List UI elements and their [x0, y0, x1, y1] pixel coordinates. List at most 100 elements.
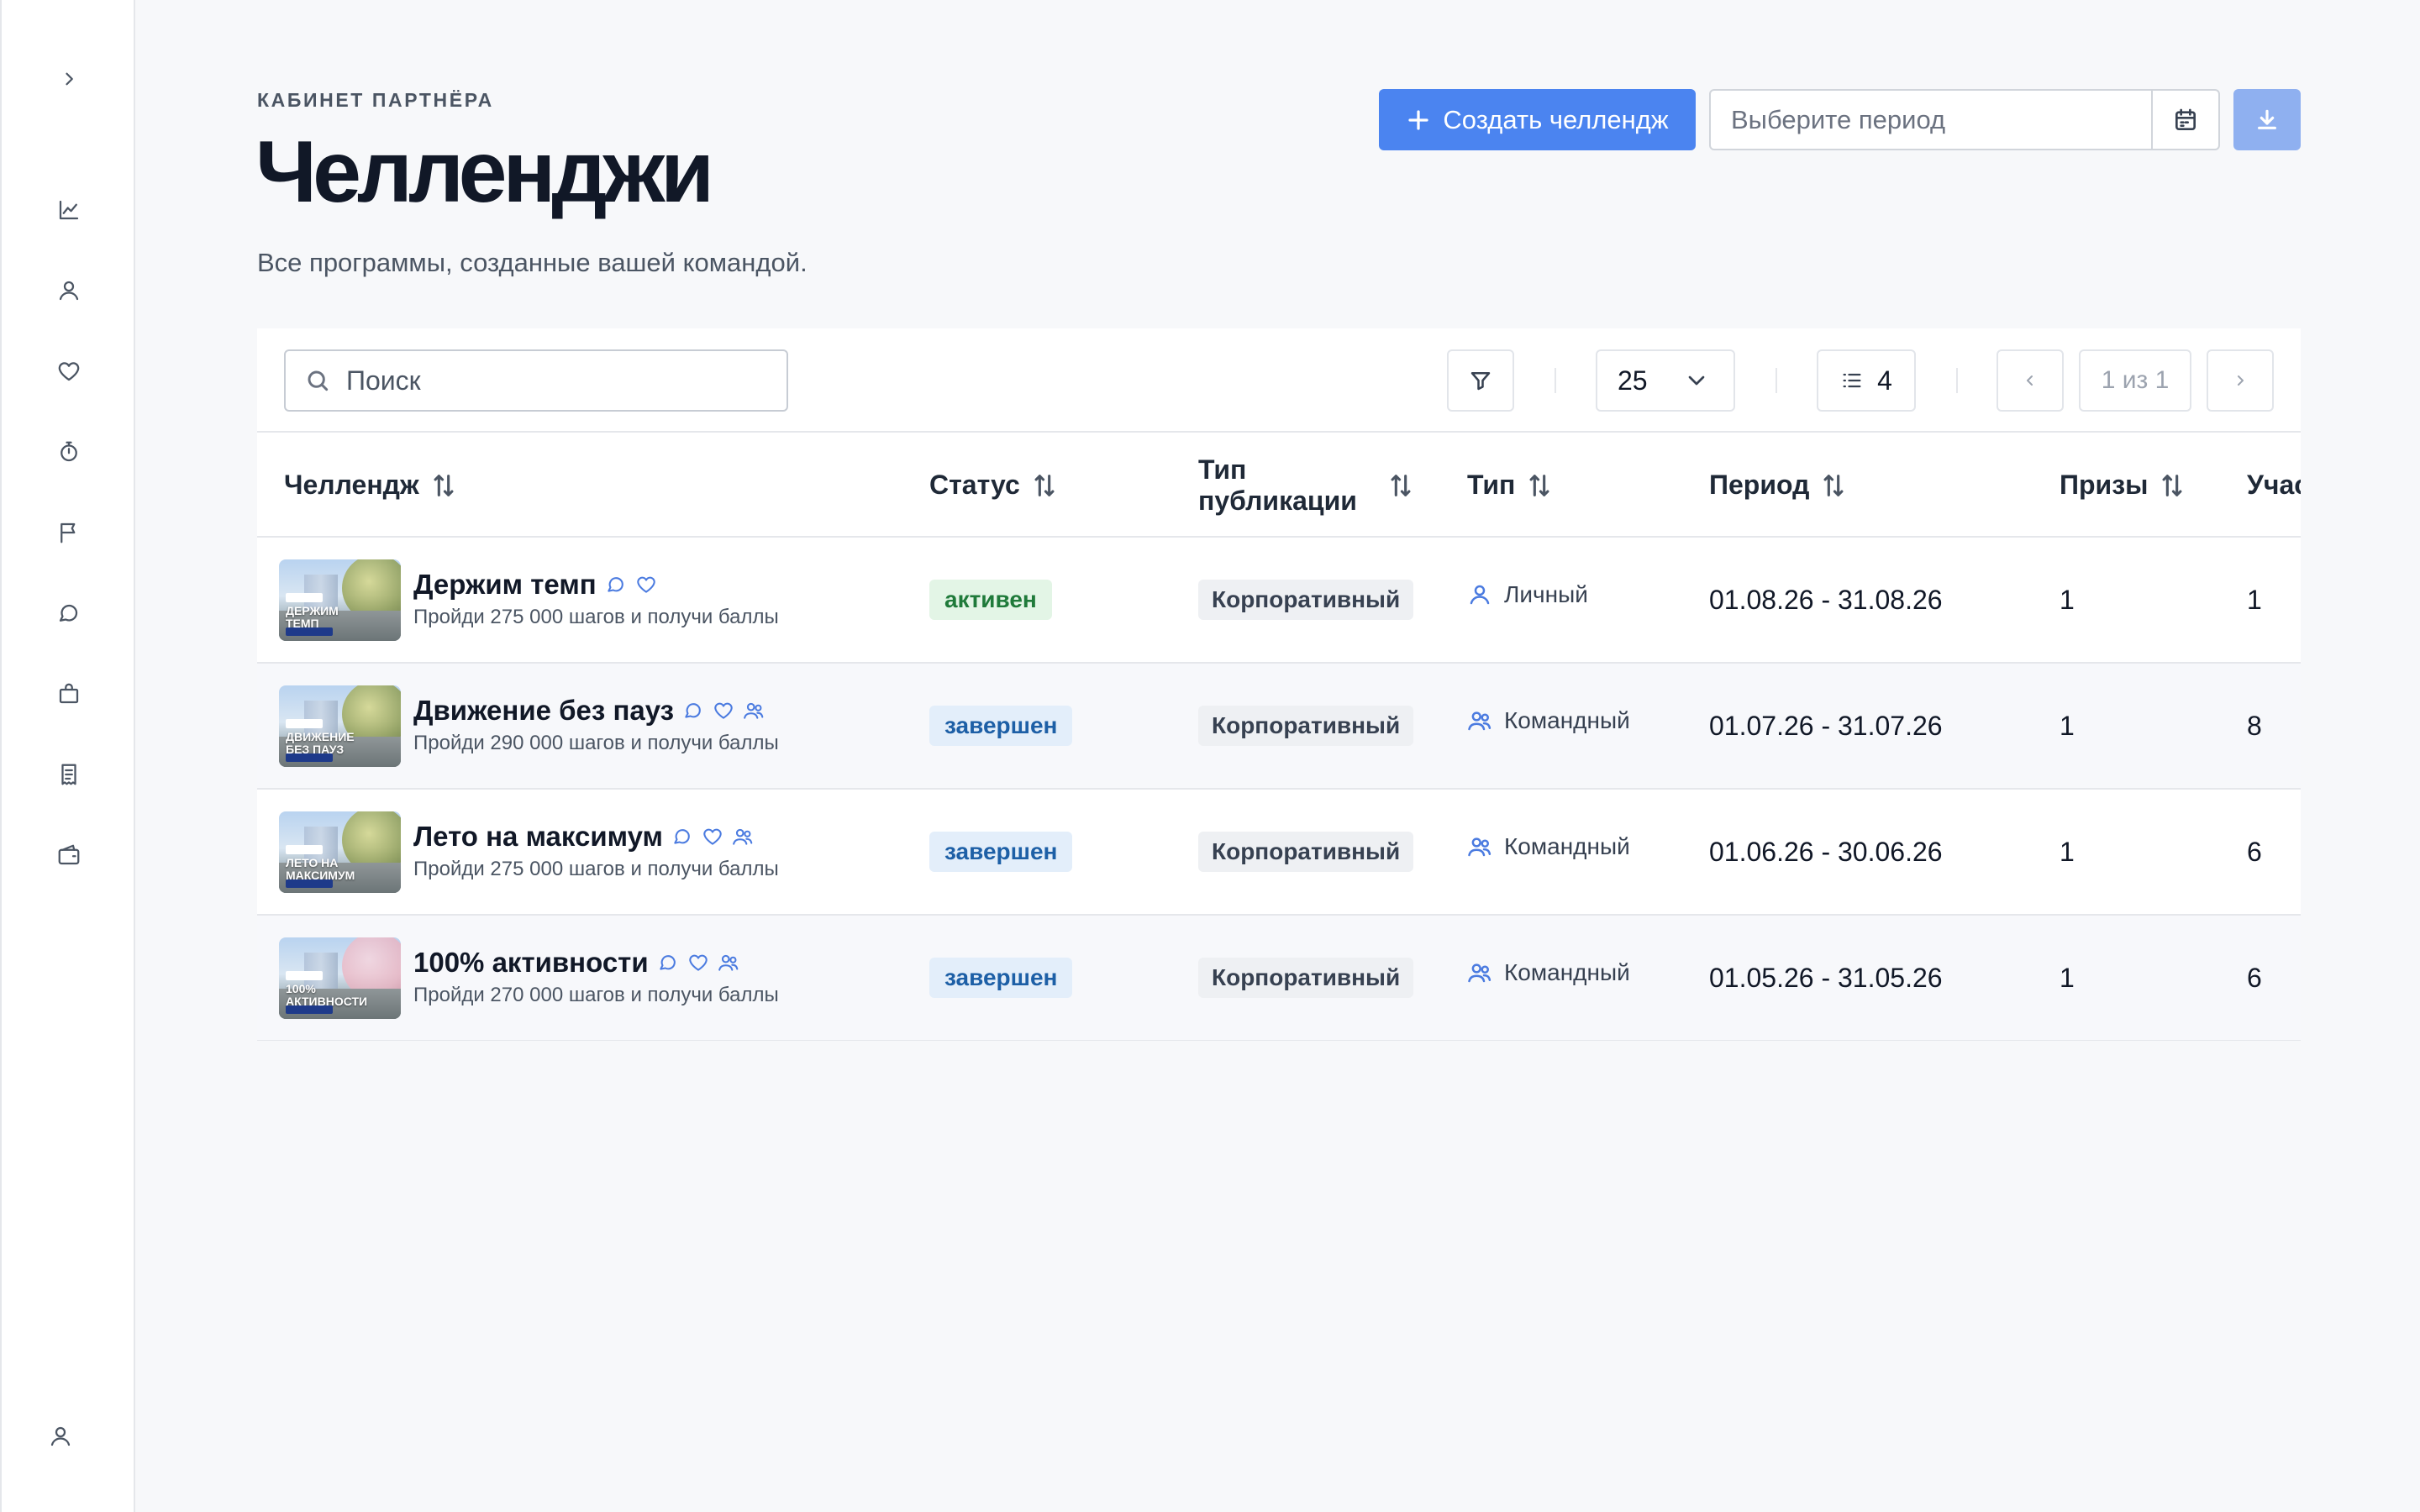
team-icon: [1468, 963, 1491, 983]
period-input[interactable]: [1711, 91, 2151, 149]
sort-icon: [434, 474, 454, 496]
sidebar-item-orders[interactable]: [49, 754, 89, 795]
user-icon: [59, 281, 79, 301]
participants-count: 1: [2247, 585, 2262, 615]
search-input[interactable]: [346, 365, 750, 396]
download-button[interactable]: [2233, 89, 2301, 150]
chat-icon: [674, 829, 690, 844]
sidebar-item-health[interactable]: [49, 351, 89, 391]
expand-sidebar-button[interactable]: [49, 59, 89, 99]
column-header-publication-type[interactable]: Тип публикации: [1198, 433, 1415, 538]
challenge-type-label: Командный: [1504, 959, 1630, 985]
participants-count: 8: [2247, 711, 2262, 741]
table-row[interactable]: ДЕРЖИМ ТЕМП Держим темп Пройди 275 000 ш…: [257, 538, 2301, 664]
column-header-status[interactable]: Статус: [929, 433, 1059, 538]
filter-button[interactable]: [1447, 349, 1514, 412]
calendar-icon: [2175, 108, 2196, 130]
column-header-label: Тип публикации: [1198, 454, 1357, 516]
status-badge: активен: [929, 580, 1052, 620]
prev-page-button[interactable]: [1996, 349, 2064, 412]
challenge-name[interactable]: Лето на максимум: [413, 821, 663, 853]
challenge-name[interactable]: Держим темп: [413, 569, 597, 601]
sort-icon: [2162, 474, 2182, 496]
toolbar-divider: [1776, 368, 1777, 393]
challenge-type: Командный: [1467, 833, 1630, 860]
team-icon: [733, 828, 753, 845]
participants-count: 6: [2247, 837, 2262, 867]
table-toolbar: 25 4 1 из 1: [257, 328, 2301, 433]
search-box: [284, 349, 788, 412]
shopping-bag-icon: [59, 683, 79, 704]
sidebar-item-shop[interactable]: [49, 674, 89, 714]
chat-icon: [659, 955, 676, 970]
challenge-name[interactable]: Движение без пауз: [413, 695, 674, 727]
table-header: Челлендж Статус Тип публикации Тип Перио…: [257, 433, 2301, 538]
column-header-participants[interactable]: Учас: [2247, 433, 2301, 538]
challenge-type-label: Личный: [1504, 581, 1588, 607]
challenge-period: 01.07.26 - 31.07.26: [1709, 711, 1943, 741]
challenge-description: Пройди 270 000 шагов и получи баллы: [413, 984, 779, 1006]
filter-icon: [1470, 372, 1491, 391]
sidebar-item-wallet[interactable]: [49, 835, 89, 875]
challenge-period: 01.08.26 - 31.08.26: [1709, 585, 1943, 615]
team-icon: [744, 702, 764, 719]
publication-type-badge: Корпоративный: [1198, 580, 1414, 620]
heart-icon: [688, 954, 708, 971]
thumbnail-text: ЛЕТО НА МАКСИМУМ: [286, 856, 355, 882]
sidebar-item-analytics[interactable]: [49, 190, 89, 230]
toolbar-divider: [1956, 368, 1958, 393]
plus-icon: [1408, 109, 1429, 130]
create-challenge-label: Создать челлендж: [1443, 104, 1669, 134]
challenge-type-label: Командный: [1504, 707, 1630, 733]
challenge-thumbnail: ЛЕТО НА МАКСИМУМ: [279, 811, 401, 893]
column-header-type[interactable]: Тип: [1467, 433, 1554, 538]
heart-icon: [636, 576, 655, 593]
receipt-icon: [61, 764, 76, 785]
publication-type-badge: Корпоративный: [1198, 706, 1414, 746]
chevron-right-icon: [2238, 375, 2244, 386]
table-row[interactable]: ДВИЖЕНИЕ БЕЗ ПАУЗ Движение без пауз Прой…: [257, 664, 2301, 790]
column-header-label: Призы: [2060, 470, 2149, 500]
download-icon: [2258, 109, 2276, 129]
thumbnail-text: ДЕРЖИМ ТЕМП: [286, 604, 339, 630]
chat-icon: [685, 703, 701, 718]
column-header-label: Период: [1709, 470, 1810, 500]
create-challenge-button[interactable]: Создать челлендж: [1379, 89, 1696, 150]
team-icon: [1468, 711, 1491, 731]
search-icon: [308, 370, 329, 391]
heart-icon: [714, 702, 733, 719]
calendar-button[interactable]: [2151, 91, 2218, 149]
page-size-select[interactable]: 25: [1596, 349, 1735, 412]
sidebar-item-users[interactable]: [49, 270, 89, 311]
wallet-icon: [58, 844, 80, 865]
sidebar-item-activity[interactable]: [49, 432, 89, 472]
challenge-thumbnail: ДЕРЖИМ ТЕМП: [279, 559, 401, 641]
team-icon: [1468, 837, 1491, 857]
profile-icon: [50, 1426, 71, 1446]
sort-icon: [1529, 474, 1549, 496]
challenge-title-line: Лето на максимум: [413, 821, 754, 853]
column-header-prizes[interactable]: Призы: [2060, 433, 2186, 538]
team-icon: [718, 954, 738, 971]
columns-button[interactable]: 4: [1817, 349, 1916, 412]
user-icon: [1470, 585, 1490, 605]
column-header-period[interactable]: Период: [1709, 433, 1848, 538]
chat-icon: [607, 577, 623, 592]
table-row[interactable]: ЛЕТО НА МАКСИМУМ Лето на максимум Пройди…: [257, 790, 2301, 916]
sidebar-item-messages[interactable]: [49, 593, 89, 633]
challenge-type: Командный: [1467, 707, 1630, 734]
table-row[interactable]: 100% АКТИВНОСТИ 100% активности Пройди 2…: [257, 916, 2301, 1041]
challenge-name[interactable]: 100% активности: [413, 947, 649, 979]
chat-icon: [59, 604, 78, 622]
column-header-label: Статус: [929, 470, 1020, 500]
status-badge: завершен: [929, 832, 1073, 872]
sidebar-profile-button[interactable]: [40, 1416, 81, 1457]
challenge-title-line: Движение без пауз: [413, 695, 765, 727]
prizes-count: 1: [2060, 837, 2075, 867]
sidebar-item-challenges[interactable]: [49, 512, 89, 553]
next-page-button[interactable]: [2207, 349, 2274, 412]
thumbnail-text: 100% АКТИВНОСТИ: [286, 982, 368, 1008]
column-header-challenge[interactable]: Челлендж: [284, 433, 458, 538]
sort-icon: [1034, 474, 1055, 496]
challenge-type: Командный: [1467, 959, 1630, 986]
